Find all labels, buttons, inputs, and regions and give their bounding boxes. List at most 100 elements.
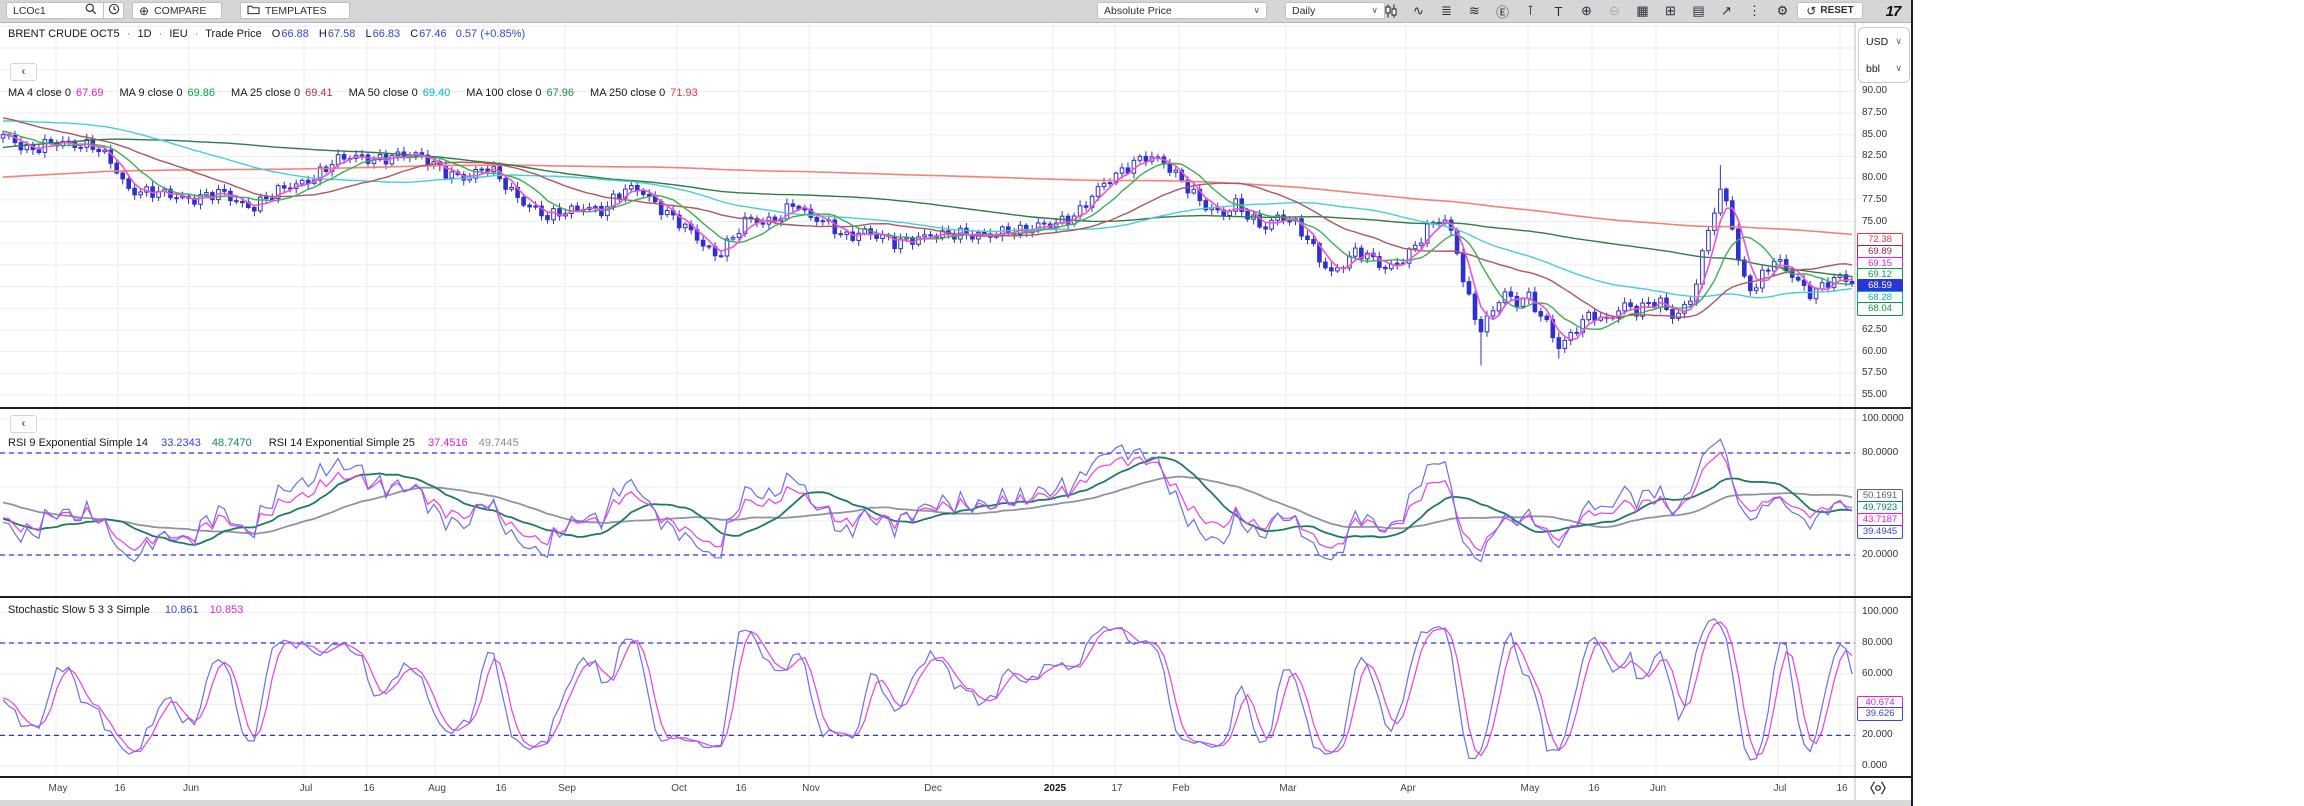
time-axis-label: May: [49, 783, 68, 794]
time-axis-label: 16: [1836, 783, 1847, 794]
compare-label: COMPARE: [154, 5, 206, 17]
axis-tick-label: 82.50: [1862, 150, 1887, 161]
axis-tick-label: 20.0000: [1862, 549, 1898, 560]
export-chart-icon[interactable]: ↗: [1717, 2, 1736, 20]
chart-style-candles-icon[interactable]: [1381, 2, 1400, 20]
seasonality-chart-icon[interactable]: ∿: [1409, 2, 1428, 20]
high-value: 67.58: [328, 28, 356, 40]
clock-icon: [108, 3, 120, 18]
chevron-down-icon: ∨: [1895, 36, 1902, 47]
ma-label: MA 100 close 0: [466, 87, 541, 99]
measure-icon[interactable]: ⊞: [1661, 2, 1680, 20]
ma-legend-item[interactable]: MA 25 close 0 69.41: [231, 87, 333, 99]
time-axis-label: Aug: [428, 783, 446, 794]
time-axis-label: 16: [114, 783, 125, 794]
change-value: 0.57 (+0.85%): [456, 28, 525, 40]
time-axis-label: 16: [363, 783, 374, 794]
axis-settings-icon[interactable]: [1869, 780, 1887, 801]
time-axis-label: 16: [735, 783, 746, 794]
time-axis-label: Dec: [924, 783, 942, 794]
axis-tick-label: 80.000: [1862, 637, 1893, 648]
main-series-legend[interactable]: BRENT CRUDE OCT5 · 1D · IEU · Trade Pric…: [8, 28, 525, 40]
legend-separator: ·: [127, 28, 131, 40]
templates-button[interactable]: TEMPLATES: [240, 2, 350, 19]
rsi14-title: RSI 14 Exponential Simple 25: [269, 437, 415, 449]
rsi9-title: RSI 9 Exponential Simple 14: [8, 437, 148, 449]
ma-label: MA 25 close 0: [231, 87, 300, 99]
collapse-legend-button[interactable]: ‹: [10, 63, 37, 81]
undo-icon: ↺: [1806, 4, 1816, 18]
search-icon: [85, 3, 97, 18]
wave-overlay-icon[interactable]: ≋: [1465, 2, 1484, 20]
ma-label: MA 50 close 0: [349, 87, 418, 99]
ma-legend-item[interactable]: MA 100 close 0 67.96: [466, 87, 574, 99]
time-axis-label: Nov: [802, 783, 820, 794]
templates-label: TEMPLATES: [265, 5, 327, 17]
stochastic-title: Stochastic Slow 5 3 3 Simple: [8, 604, 150, 616]
rsi-collapse-button[interactable]: ‹: [10, 415, 37, 433]
more-options-icon[interactable]: ⋮: [1745, 2, 1764, 20]
settings-icon[interactable]: ⚙: [1773, 2, 1792, 20]
symbol-title: BRENT CRUDE OCT5: [8, 28, 120, 40]
compare-button[interactable]: ⊕ COMPARE: [132, 2, 222, 19]
time-axis-label: Feb: [1172, 783, 1189, 794]
symbol-search-input[interactable]: LCOc1: [6, 2, 104, 19]
toolbar-icon-row: ∿ ≣ ≋ Ⓔ ⊺ T ⊕ ⊖ ▦ ⊞ ▤ ↗ ⋮ ⚙: [1381, 0, 1792, 22]
tradingview-logo-icon[interactable]: 17: [1878, 1, 1908, 21]
price-scale-mode-dropdown[interactable]: Absolute Price ∨: [1097, 2, 1267, 19]
rsi14-value: 37.4516: [428, 437, 468, 449]
events-icon[interactable]: Ⓔ: [1493, 2, 1512, 20]
rsi-legend[interactable]: RSI 9 Exponential Simple 14 33.2343 48.7…: [8, 437, 519, 449]
low-value: 66.83: [373, 28, 401, 40]
time-axis-label: 16: [495, 783, 506, 794]
legend-interval: 1D: [137, 28, 151, 40]
ma-label: MA 9 close 0: [120, 87, 183, 99]
axis-tick-label: 60.000: [1862, 668, 1893, 679]
zoom-in-icon[interactable]: ⊕: [1577, 2, 1596, 20]
data-grid-icon[interactable]: ▦: [1633, 2, 1652, 20]
news-icon[interactable]: ▤: [1689, 2, 1708, 20]
reset-button[interactable]: ↺ RESET: [1797, 2, 1863, 19]
axis-unit-selector: USD ∨ bbl ∨: [1858, 27, 1910, 83]
ma-legend-item[interactable]: MA 50 close 0 69.40: [349, 87, 451, 99]
ma-value: 67.96: [547, 87, 575, 99]
row-layout-icon[interactable]: ≣: [1437, 2, 1456, 20]
axis-tick-label: 0.000: [1862, 760, 1887, 771]
top-toolbar: LCOc1 ⊕ COMPARE TEMPLATES: [0, 0, 1911, 23]
unit-dropdown[interactable]: bbl ∨: [1859, 55, 1909, 82]
ma-legend-item[interactable]: MA 4 close 067.69: [8, 87, 104, 99]
axis-tick-label: 57.50: [1862, 367, 1887, 378]
currency-dropdown[interactable]: USD ∨: [1859, 28, 1909, 55]
high-label: H: [319, 28, 327, 40]
scale-tool-icon[interactable]: ⊺: [1521, 2, 1540, 20]
symbol-value: LCOc1: [13, 5, 46, 17]
ma-legend-item[interactable]: MA 250 close 071.93: [590, 87, 698, 99]
axis-price-tag: 68.04: [1857, 302, 1903, 316]
axis-price-tag: 39.4945: [1857, 525, 1903, 539]
chart-canvas[interactable]: [0, 22, 1911, 806]
stochastic-legend[interactable]: Stochastic Slow 5 3 3 Simple 10.861 10.8…: [8, 604, 243, 616]
ma-value: 69.40: [423, 87, 451, 99]
time-axis-label: Jul: [300, 783, 313, 794]
interval-dropdown[interactable]: Daily ∨: [1285, 2, 1385, 19]
text-tool-icon[interactable]: T: [1549, 2, 1568, 20]
screenshot-stage: LCOc1 ⊕ COMPARE TEMPLATES: [0, 0, 2304, 806]
zoom-out-icon: ⊖: [1605, 2, 1624, 20]
close-label: C: [410, 28, 418, 40]
price-scale-mode-value: Absolute Price: [1104, 5, 1172, 17]
bottom-scroll-strip[interactable]: [0, 800, 1911, 806]
axis-tick-label: 87.50: [1862, 107, 1887, 118]
ma-legend-item[interactable]: MA 9 close 069.86: [120, 87, 216, 99]
plus-circle-icon: ⊕: [139, 4, 149, 18]
ma-value: 69.41: [305, 87, 333, 99]
ma-legend-row[interactable]: MA 4 close 067.69 MA 9 close 069.86 MA 25 …: [8, 87, 714, 99]
currency-value: USD: [1866, 36, 1888, 48]
recently-used-button[interactable]: [104, 2, 124, 19]
axis-tick-label: 20.000: [1862, 729, 1893, 740]
rsi14-smooth-value: 49.7445: [479, 437, 519, 449]
time-axis-label: Apr: [1400, 783, 1416, 794]
stochastic-k-value: 10.861: [165, 604, 199, 616]
open-value: 66.88: [281, 28, 309, 40]
low-label: L: [365, 28, 371, 40]
axis-tick-label: 80.00: [1862, 172, 1887, 183]
